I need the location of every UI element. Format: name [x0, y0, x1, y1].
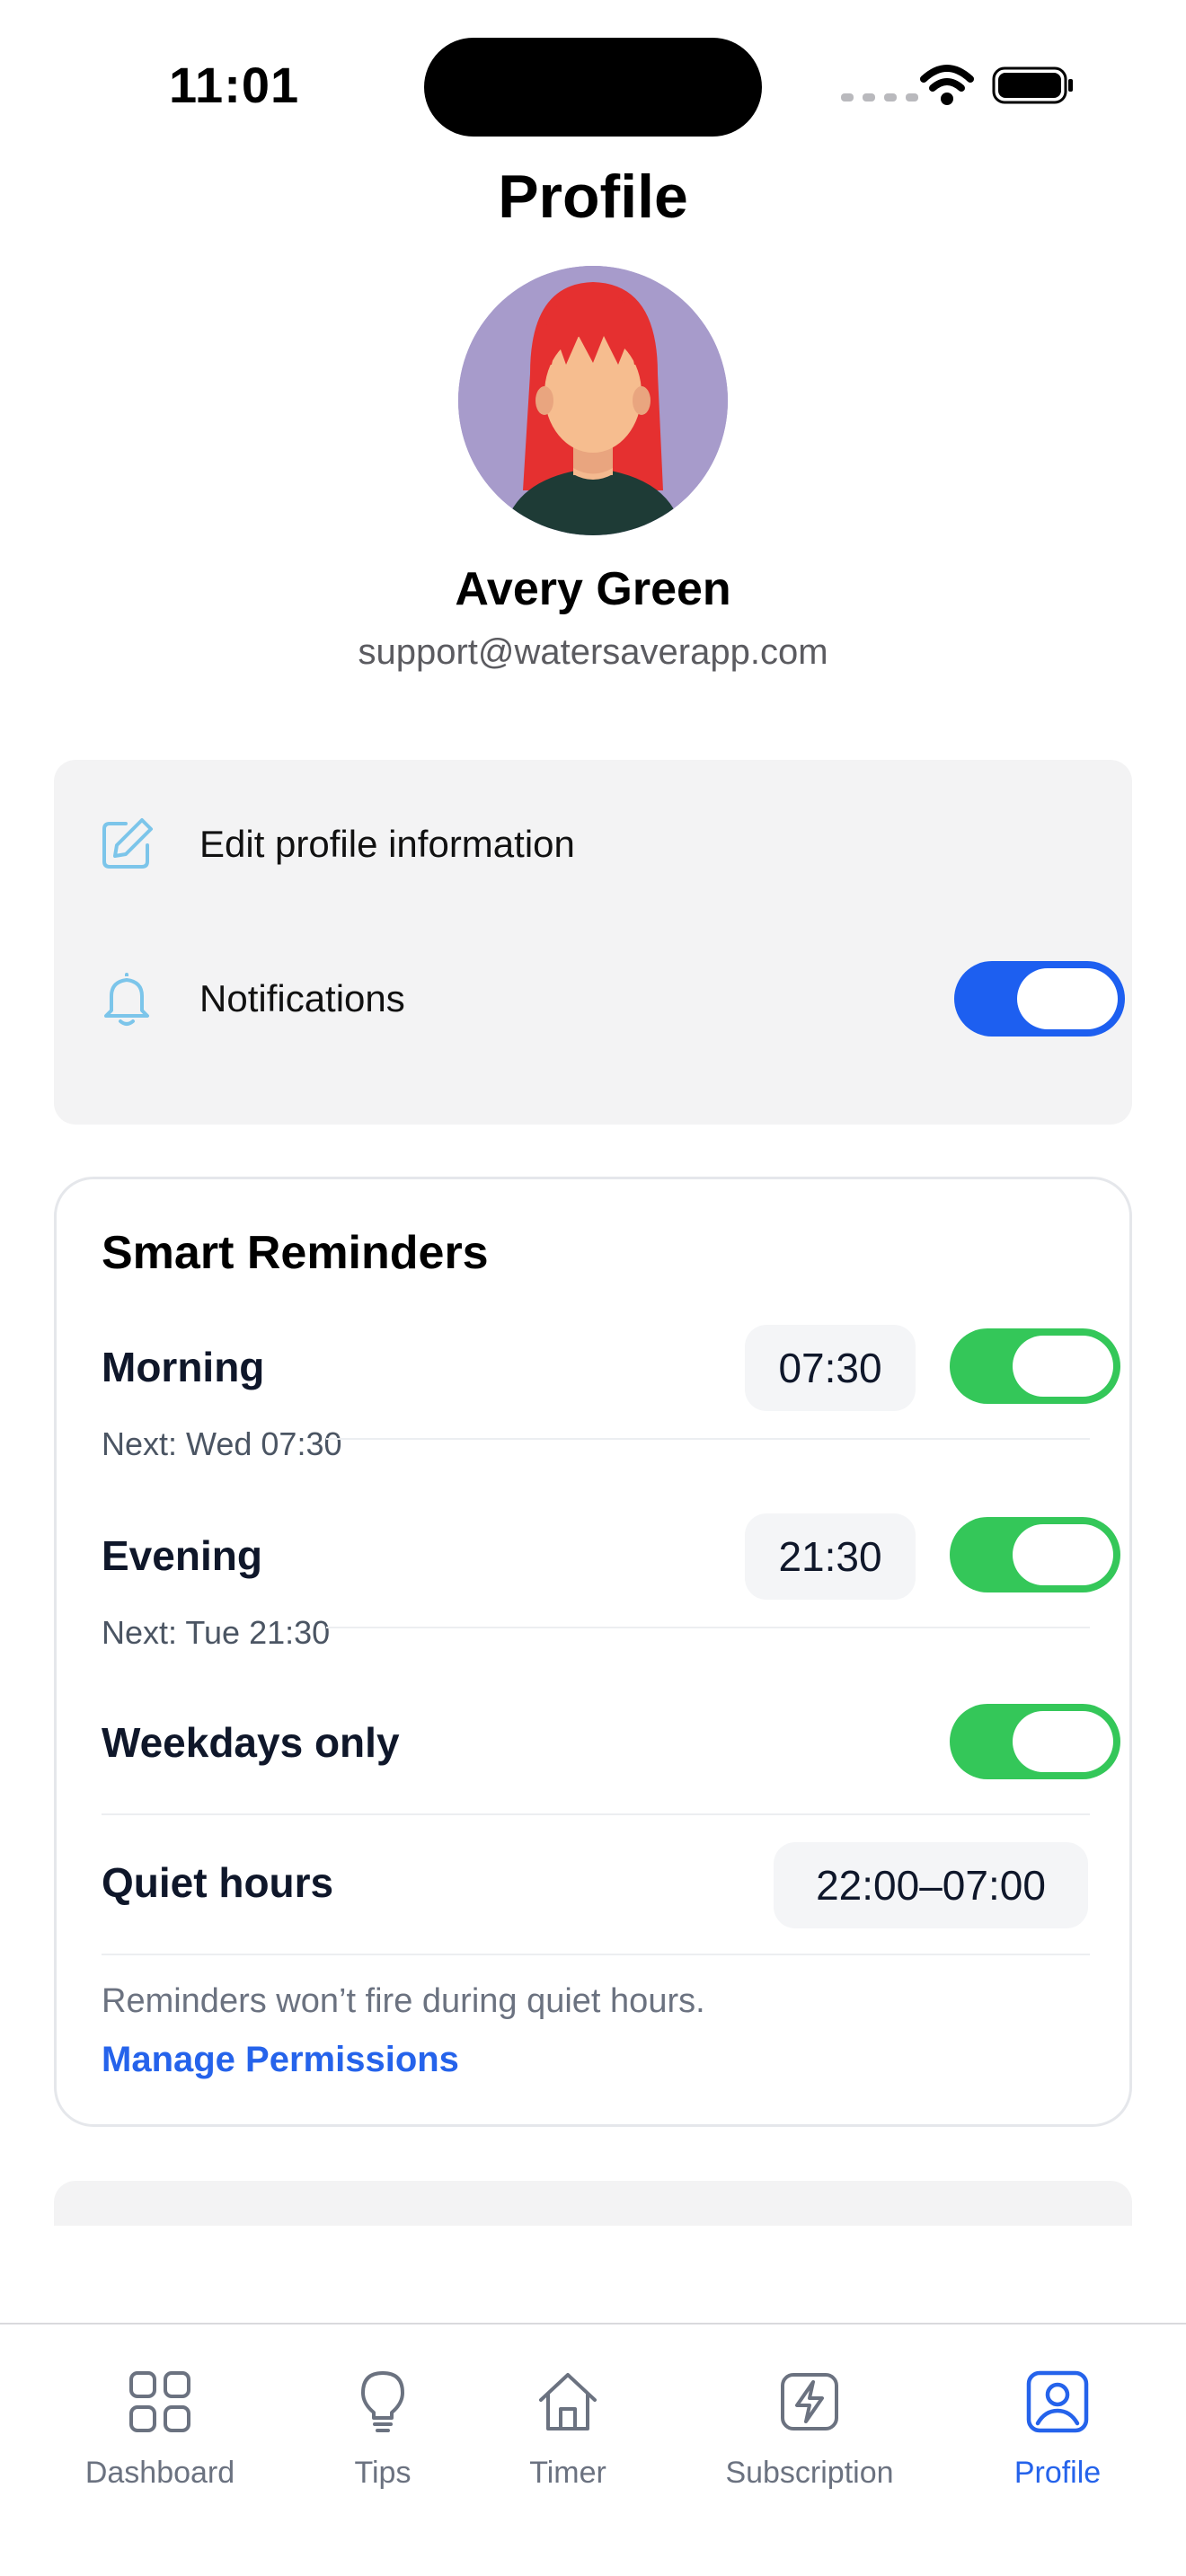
evening-next-text: Next: Tue 21:30: [102, 1614, 331, 1651]
settings-card: Edit profile information Notifications: [54, 760, 1132, 1125]
avatar[interactable]: [458, 266, 728, 535]
weekdays-only-toggle[interactable]: [950, 1704, 1120, 1779]
evening-label: Evening: [102, 1532, 262, 1579]
notifications-toggle[interactable]: [954, 961, 1125, 1037]
status-time: 11:01: [169, 57, 300, 113]
user-email: support@watersaverapp.com: [358, 632, 828, 672]
divider: [326, 1438, 1090, 1440]
tab-subscription[interactable]: Subscription: [710, 2368, 909, 2491]
smart-reminders-card: Smart Reminders Morning 07:30 Next: Wed …: [54, 1177, 1132, 2127]
weekdays-only-label: Weekdays only: [102, 1719, 400, 1766]
bolt-icon: [781, 2373, 838, 2430]
evening-time-picker[interactable]: 21:30: [745, 1513, 916, 1600]
tab-label: Tips: [354, 2456, 412, 2490]
edit-icon: [102, 818, 153, 869]
divider: [326, 1627, 1090, 1628]
wifi-icon: [920, 65, 974, 105]
notifications-label: Notifications: [199, 977, 405, 1019]
cellular-signal-icon: [841, 93, 918, 101]
next-card-peek: [54, 2181, 1132, 2226]
tab-bar: Dashboard Tips Timer Subscription Profil…: [0, 2323, 1186, 2576]
grid-icon: [129, 2371, 190, 2432]
quiet-hours-label: Quiet hours: [102, 1859, 334, 1906]
morning-time-picker[interactable]: 07:30: [745, 1325, 916, 1411]
tab-label: Profile: [1013, 2456, 1102, 2490]
tab-dashboard[interactable]: Dashboard: [72, 2368, 248, 2491]
reminders-title: Smart Reminders: [102, 1227, 489, 1279]
divider: [102, 1813, 1090, 1815]
avatar-illustration: [458, 266, 728, 535]
user-name: Avery Green: [455, 563, 731, 615]
tab-label: Dashboard: [84, 2456, 235, 2490]
tab-timer[interactable]: Timer: [514, 2368, 622, 2491]
morning-label: Morning: [102, 1344, 265, 1390]
morning-next-text: Next: Wed 07:30: [102, 1425, 342, 1462]
tab-profile[interactable]: Profile: [1006, 2368, 1109, 2491]
edit-profile-label: Edit profile information: [199, 823, 575, 865]
divider: [102, 1954, 1090, 1955]
quiet-hours-note: Reminders won’t fire during quiet hours.: [102, 1982, 705, 2020]
morning-toggle[interactable]: [950, 1328, 1120, 1404]
tab-label: Subscription: [725, 2456, 894, 2490]
tab-tips[interactable]: Tips: [340, 2368, 426, 2491]
quiet-hours-picker[interactable]: 22:00–07:00: [774, 1842, 1088, 1928]
lightbulb-icon: [361, 2371, 404, 2432]
evening-toggle[interactable]: [950, 1517, 1120, 1592]
edit-profile-row[interactable]: Edit profile information: [54, 772, 1132, 916]
notifications-row: Notifications: [54, 927, 1132, 1071]
page-title: Profile: [498, 163, 688, 231]
battery-icon: [992, 66, 1073, 104]
bell-icon: [104, 973, 149, 1026]
dynamic-island: [424, 38, 762, 137]
manage-permissions-link[interactable]: Manage Permissions: [102, 2040, 459, 2080]
profile-icon: [1026, 2370, 1089, 2433]
tab-label: Timer: [529, 2456, 606, 2490]
home-icon: [539, 2373, 597, 2430]
